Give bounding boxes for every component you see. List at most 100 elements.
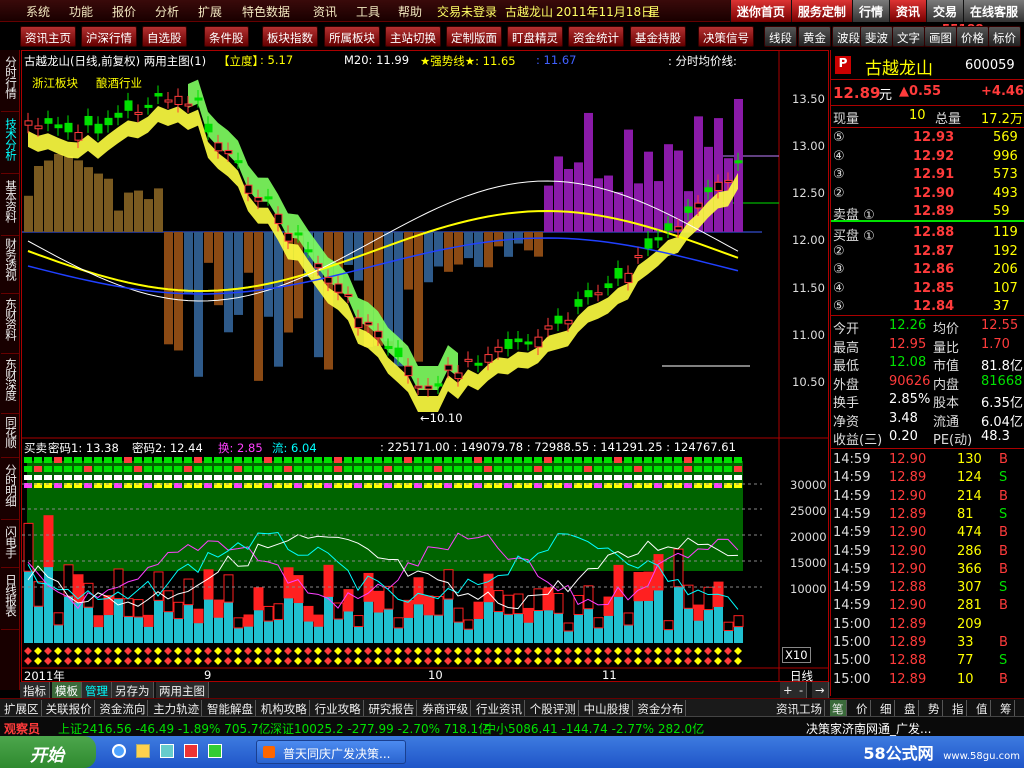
menu-item-news[interactable]: 资讯 [313, 3, 337, 20]
stat-row[interactable]: 最低 12.08 市值 81.8亿 [831, 355, 1024, 374]
func-tab[interactable]: 关联报价 [44, 700, 95, 716]
draw-fibonacci-button[interactable]: 斐波 [860, 26, 893, 47]
toolbar-fund-stats[interactable]: 资金统计 [568, 26, 624, 47]
menu-item-help[interactable]: 帮助 [398, 3, 422, 20]
sector-liquor[interactable]: 酿酒行业 [96, 75, 142, 91]
tab-template[interactable]: 模板 [52, 682, 82, 698]
tab-indicator[interactable]: 指标 [20, 682, 50, 698]
buy-level-row[interactable]: 买盘 ① 12.88 119 [831, 225, 1024, 244]
toolbar-belonging-sector[interactable]: 所属板块 [324, 26, 380, 47]
func-tab[interactable]: 主力轨迹 [151, 700, 203, 716]
market-button[interactable]: 行情 [851, 0, 889, 22]
tick-row[interactable]: 14:59 12.88 307 S [831, 580, 1024, 598]
kline-chart-svg[interactable] [22, 51, 828, 681]
func-tab[interactable]: 研究报告 [366, 700, 418, 716]
tick-row[interactable]: 14:59 12.90 130 B [831, 452, 1024, 470]
stat-row[interactable]: 收益(三) 0.20 PE(动) 48.3 [831, 429, 1024, 448]
vtab-daily-report[interactable]: 日线报表 [1, 572, 19, 630]
observer-label[interactable]: 观察员 [4, 720, 40, 737]
zoom-out-button[interactable]: - [796, 682, 808, 698]
tab-detail[interactable]: 细 [878, 700, 895, 716]
tab-tick[interactable]: 笔 [830, 700, 847, 716]
scroll-right-button[interactable]: → [812, 682, 829, 698]
news-workshop-tab[interactable]: 资讯工场 [774, 700, 825, 716]
toolbar-news-home[interactable]: 资讯主页 [20, 26, 76, 47]
func-tab[interactable]: 资金流向 [97, 700, 149, 716]
tick-row[interactable]: 14:59 12.89 81 S [831, 507, 1024, 525]
tick-row[interactable]: 14:59 12.90 366 B [831, 562, 1024, 580]
draw-segment-button[interactable]: 线段 [764, 26, 797, 47]
toolbar-server-switch[interactable]: 主站切换 [385, 26, 441, 47]
tab-orderbook[interactable]: 盘 [902, 700, 919, 716]
trade-button[interactable]: 交易 [925, 0, 963, 22]
service-custom-button[interactable]: 服务定制 [790, 0, 852, 22]
app-icon[interactable] [184, 744, 198, 758]
sell-level-row[interactable]: ② 12.90 493 [831, 186, 1024, 204]
zoom-in-button[interactable]: + [780, 682, 797, 698]
tick-row[interactable]: 15:00 12.89 33 B [831, 635, 1024, 653]
buy-level-row[interactable]: ③ 12.86 206 [831, 262, 1024, 280]
tab-value[interactable]: 值 [974, 700, 991, 716]
func-tab[interactable]: 机构攻略 [259, 700, 310, 716]
code-badge[interactable]: P [835, 56, 851, 74]
vtab-tonghuashun[interactable]: 同花顺 [1, 414, 19, 458]
taskbar-app-button[interactable]: 普天同庆广发决策... [256, 740, 406, 764]
tick-row[interactable]: 15:00 12.89 10 B [831, 672, 1024, 690]
tab-dual-main[interactable]: 两用主图 [156, 682, 209, 698]
toolbar-sector-index[interactable]: 板块指数 [262, 26, 318, 47]
news-button[interactable]: 资讯 [888, 0, 926, 22]
desktop-icon[interactable] [160, 744, 174, 758]
menu-item-function[interactable]: 功能 [69, 3, 93, 20]
func-tab[interactable]: 券商评级 [420, 700, 472, 716]
tick-row[interactable]: 14:59 12.90 281 B [831, 598, 1024, 616]
tick-row[interactable]: 14:59 12.90 286 B [831, 544, 1024, 562]
draw-golden-button[interactable]: 黄金 [798, 26, 831, 47]
menu-item-special-data[interactable]: 特色数据 [242, 3, 290, 20]
tick-row[interactable]: 14:59 12.89 124 S [831, 470, 1024, 488]
tab-manage[interactable]: 管理 [82, 682, 112, 698]
sell-level-row[interactable]: ④ 12.92 996 [831, 149, 1024, 167]
tab-price[interactable]: 价 [854, 700, 871, 716]
index-shanghai[interactable]: 上证2416.56 -46.49 -1.89% 705.7亿 [58, 720, 271, 737]
toolbar-custom-layout[interactable]: 定制版面 [446, 26, 502, 47]
menu-item-tools[interactable]: 工具 [356, 3, 380, 20]
tab-save-as[interactable]: 另存为 [112, 682, 154, 698]
draw-mark-price-button[interactable]: 标价 [988, 26, 1021, 47]
toolbar-watch-wizard[interactable]: 盯盘精灵 [507, 26, 563, 47]
media-icon[interactable] [208, 744, 222, 758]
buy-level-row[interactable]: ② 12.87 192 [831, 244, 1024, 262]
toolbar-sh-sz-market[interactable]: 沪深行情 [81, 26, 137, 47]
vtab-finance[interactable]: 财务透视 [1, 236, 19, 294]
toolbar-watchlist[interactable]: 自选股 [142, 26, 187, 47]
toolbar-decision-signal[interactable]: 决策信号 [698, 26, 754, 47]
tick-row[interactable]: 14:59 12.90 474 B [831, 525, 1024, 543]
toolbar-condition-stock[interactable]: 条件股 [204, 26, 249, 47]
draw-price-button[interactable]: 价格 [956, 26, 989, 47]
ie-icon[interactable] [112, 744, 126, 758]
vtab-lightning[interactable]: 闪电手 [1, 524, 19, 568]
menu-item-quote[interactable]: 报价 [112, 3, 136, 20]
online-service-button[interactable]: 在线客服 [962, 0, 1024, 22]
index-shenzhen[interactable]: 深证10025.2 -277.99 -2.70% 718.1亿 [270, 720, 490, 737]
vtab-eastmoney-info[interactable]: 东财资料 [1, 296, 19, 354]
buy-level-row[interactable]: ④ 12.85 107 [831, 281, 1024, 299]
func-tab[interactable]: 行业资讯 [474, 700, 525, 716]
x10-label[interactable]: X10 [782, 647, 811, 663]
stat-row[interactable]: 外盘 90626 内盘 81668 [831, 374, 1024, 393]
vtab-eastmoney-depth[interactable]: 东财深度 [1, 356, 19, 414]
func-tab[interactable]: 智能解盘 [205, 700, 256, 716]
start-button[interactable]: 开始 [0, 736, 96, 768]
vtab-tick-detail[interactable]: 分时明细 [1, 462, 19, 520]
stat-row[interactable]: 净资 3.48 流通 6.04亿 [831, 411, 1024, 430]
sell-level-row[interactable]: ⑤ 12.93 569 [831, 130, 1024, 148]
menu-item-extend[interactable]: 扩展 [198, 3, 222, 20]
tab-trend[interactable]: 势 [926, 700, 943, 716]
buy-level-row[interactable]: ⑤ 12.84 37 [831, 299, 1024, 317]
menu-item-analysis[interactable]: 分析 [155, 3, 179, 20]
func-tab[interactable]: 资金分布 [635, 700, 687, 716]
draw-text-button[interactable]: 文字 [892, 26, 925, 47]
tick-row[interactable]: 15:00 12.89 209 [831, 617, 1024, 635]
func-tab[interactable]: 行业攻略 [313, 700, 364, 716]
stat-row[interactable]: 换手 2.85% 股本 6.35亿 [831, 392, 1024, 411]
mini-home-button[interactable]: 迷你首页 [729, 0, 791, 22]
